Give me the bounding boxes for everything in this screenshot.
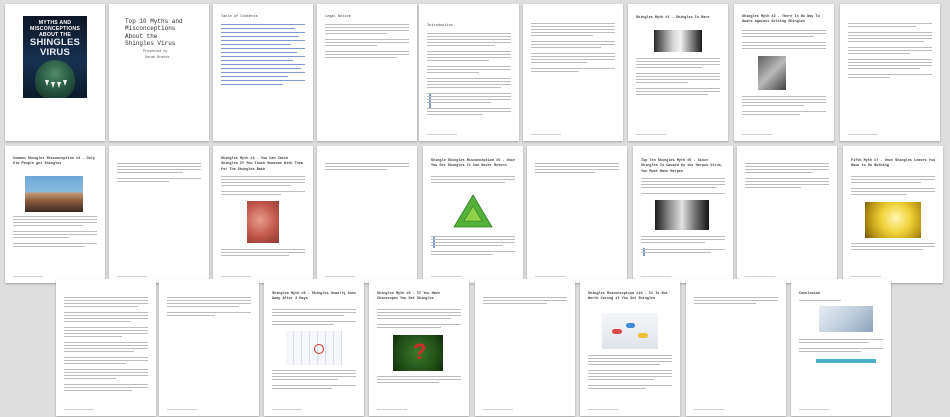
page-thumbnail-14[interactable]: Shingle Shingles Misconception #5 - Once… [423, 146, 523, 283]
cover-line-5: VIRUS [39, 47, 71, 58]
page-footer [431, 276, 461, 277]
page-footer [799, 409, 829, 410]
myth8-heading: Shingles Myth #8 - Shingles Usually Goes… [272, 292, 357, 302]
myth9-heading: Shingles Myth #9 - If You Have Chickenpo… [377, 292, 441, 302]
page-footer [117, 276, 147, 277]
myth4-heading: Shingles Myth #4 - You Can Catch Shingle… [221, 157, 303, 172]
page-thumbnail-24[interactable]: Shingles Misconception #10 - It Is Not W… [580, 279, 680, 416]
page-thumbnail-2[interactable]: Top 10 Myths and Misconceptions About th… [109, 4, 209, 141]
page-footer [848, 134, 878, 135]
page-thumbnail-20[interactable] [159, 279, 259, 416]
page-footer [531, 134, 561, 135]
question-mark-photo: ? [393, 335, 443, 371]
page-thumbnail-11[interactable] [109, 146, 209, 283]
yellow-drink-photo [865, 202, 921, 238]
page-footer [742, 134, 772, 135]
page-footer [13, 276, 43, 277]
page-footer [745, 276, 775, 277]
book-title: Top 10 Myths and Misconceptions About th… [125, 18, 199, 47]
page-footer [694, 409, 724, 410]
page-thumbnail-9[interactable] [840, 4, 940, 141]
page-footer [427, 134, 457, 135]
pills-photo [602, 313, 658, 349]
myth5-heading: Shingle Shingles Misconception #5 - Once… [431, 159, 516, 169]
intro-heading: Introduction [427, 24, 453, 28]
myth7-heading: Fifth Myth #7 - Once Shingles Leaves You… [851, 159, 936, 169]
page-thumbnail-25[interactable] [686, 279, 786, 416]
skeleton-photo [654, 30, 702, 52]
page-footer [221, 276, 251, 277]
page-thumbnail-19[interactable] [56, 279, 156, 416]
page-thumbnail-18[interactable]: Fifth Myth #7 - Once Shingles Leaves You… [843, 146, 943, 283]
page-thumbnail-5[interactable]: Introduction [419, 4, 519, 141]
page-thumbnail-17[interactable] [737, 146, 837, 283]
page-thumbnail-3[interactable]: Table of Contents [213, 4, 313, 141]
page-footer [64, 409, 94, 410]
presented-by: Presented by [143, 50, 168, 54]
title-line-3: About the [125, 32, 158, 40]
elderly-couple-photo [655, 200, 709, 230]
page-footer [483, 409, 513, 410]
page-thumbnail-4[interactable]: Legal Notice [317, 4, 417, 141]
page-thumbnail-8[interactable]: Shingles Myth #2 - There Is No Way To Gu… [734, 4, 834, 141]
page-thumbnail-22[interactable]: Shingles Myth #9 - If You Have Chickenpo… [369, 279, 469, 416]
page-footer [325, 276, 355, 277]
title-line-1: Top 10 Myths and [125, 18, 183, 25]
legal-heading: Legal Notice [325, 15, 351, 19]
page-thumbnail-12[interactable]: Shingles Myth #4 - You Can Catch Shingle… [213, 146, 313, 283]
promo-link-button[interactable] [816, 359, 876, 363]
page-thumbnail-6[interactable] [523, 4, 623, 141]
page-thumbnail-26[interactable]: Conclusion [791, 279, 891, 416]
page-thumbnail-15[interactable] [527, 146, 627, 283]
page-footer [272, 409, 302, 410]
triangle-diagram [453, 194, 493, 228]
page-footer [851, 276, 881, 277]
myth10-heading: Shingles Misconception #10 - It Is Not W… [588, 292, 668, 302]
page-thumbnail-21[interactable]: Shingles Myth #8 - Shingles Usually Goes… [264, 279, 364, 416]
page-thumbnail-10[interactable]: Common Shingles Misconception #3 - Only … [5, 146, 105, 283]
cover-title: MYTHS AND MISCONCEPTIONS ABOUT THE SHING… [25, 20, 85, 58]
person-photo [758, 56, 786, 90]
virus-monster-icon [35, 60, 75, 98]
page-footer [535, 276, 565, 277]
rash-photo [247, 201, 279, 243]
page-thumbnail-13[interactable] [317, 146, 417, 283]
calendar-photo [286, 331, 342, 365]
page-footer [641, 276, 671, 277]
myth6-heading: Top Ten Shingles Myth #6 - Since Shingle… [641, 159, 723, 174]
page-footer [167, 409, 197, 410]
page-footer [636, 134, 666, 135]
page-footer [377, 409, 407, 410]
promo-banner-image [819, 306, 873, 332]
man-portrait-photo [25, 176, 83, 212]
myth2-heading: Shingles Myth #2 - There Is No Way To Gu… [742, 15, 820, 25]
cover-image: MYTHS AND MISCONCEPTIONS ABOUT THE SHING… [23, 16, 87, 98]
page-thumbnail-1[interactable]: MYTHS AND MISCONCEPTIONS ABOUT THE SHING… [5, 4, 105, 141]
page-thumbnail-16[interactable]: Top Ten Shingles Myth #6 - Since Shingle… [633, 146, 733, 283]
toc-heading: Table of Contents [221, 15, 258, 19]
title-line-2: Misconceptions [125, 25, 176, 33]
page-footer [588, 409, 618, 410]
myth1-heading: Shingles Myth #1 - Shingles Is Rare [636, 16, 710, 20]
author-name: Sarah Brands [145, 56, 170, 60]
page-thumbnail-23[interactable] [475, 279, 575, 416]
title-line-4: Shingles Virus [125, 39, 176, 47]
myth3-heading: Common Shingles Misconception #3 - Only … [13, 157, 95, 167]
page-thumbnail-7[interactable]: Shingles Myth #1 - Shingles Is Rare [628, 4, 728, 141]
conclusion-heading: Conclusion [799, 292, 821, 296]
